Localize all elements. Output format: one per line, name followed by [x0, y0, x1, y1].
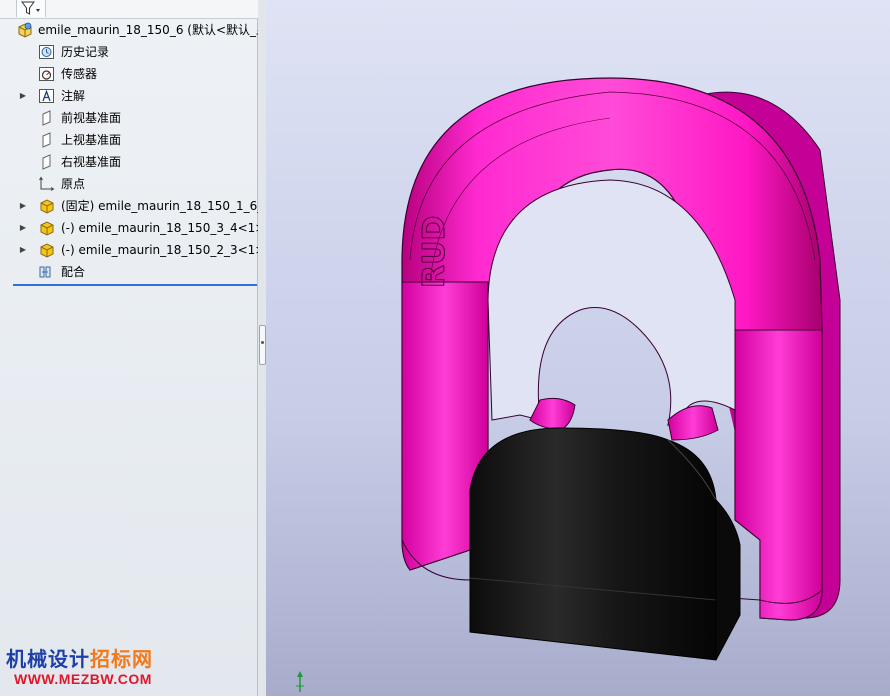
tree-item-mates[interactable]: 配合	[0, 261, 258, 283]
sensor-icon	[38, 66, 56, 82]
view-triad-icon	[290, 668, 310, 694]
filter-button[interactable]	[16, 0, 46, 17]
annotation-icon	[38, 88, 56, 104]
expand-arrow-icon[interactable]: ▶	[19, 195, 27, 217]
tree-item-label: 原点	[61, 177, 86, 191]
part-icon	[38, 198, 56, 214]
tree-item-label: (-) emile_maurin_18_150_3_4<1> (	[61, 221, 258, 235]
plane-icon	[38, 110, 56, 126]
tree-item-label: (-) emile_maurin_18_150_2_3<1> (	[61, 243, 258, 257]
tree-item-label: 右视基准面	[61, 155, 122, 169]
mates-icon	[38, 264, 56, 280]
tree-item-history[interactable]: 历史记录	[0, 41, 258, 63]
rollback-bar[interactable]	[13, 284, 257, 286]
filter-funnel-icon	[21, 1, 40, 15]
tree-item-label: 传感器	[61, 67, 98, 81]
tree-item-part-3-4[interactable]: ▶ (-) emile_maurin_18_150_3_4<1> (	[0, 217, 258, 239]
engraving-text: RUD	[417, 216, 452, 288]
expand-arrow-icon[interactable]: ▶	[19, 239, 27, 261]
tree-item-label: 历史记录	[61, 45, 110, 59]
lifting-ring-model: RUD	[401, 77, 841, 661]
origin-icon	[38, 176, 56, 192]
collapse-panel-handle[interactable]	[259, 325, 266, 365]
expand-arrow-icon[interactable]: ▶	[19, 217, 27, 239]
plane-icon	[38, 132, 56, 148]
feature-tree-filter-bar	[0, 0, 258, 19]
tree-item-sensors[interactable]: 传感器	[0, 63, 258, 85]
tree-item-label: 上视基准面	[61, 133, 122, 147]
tree-item-label: 注解	[61, 89, 86, 103]
watermark-logo: 机械设计招标网 WWW.MEZBW.COM	[6, 646, 156, 692]
tree-item-part-2-3[interactable]: ▶ (-) emile_maurin_18_150_2_3<1> (	[0, 239, 258, 261]
graphics-area[interactable]: RUD	[266, 0, 890, 696]
tree-item-root-assembly[interactable]: emile_maurin_18_150_6 (默认<默认_显	[0, 19, 258, 41]
tree-item-part-fixed[interactable]: ▶ (固定) emile_maurin_18_150_1_6_7<	[0, 195, 258, 217]
tree-item-front-plane[interactable]: 前视基准面	[0, 107, 258, 129]
plane-icon	[38, 154, 56, 170]
watermark-text: 机械设计招标网	[6, 647, 153, 671]
part-icon	[38, 242, 56, 258]
history-icon	[38, 44, 56, 60]
tree-item-annotations[interactable]: ▶ 注解	[0, 85, 258, 107]
tree-item-label: emile_maurin_18_150_6 (默认<默认_显	[38, 23, 258, 37]
tree-item-origin[interactable]: 原点	[0, 173, 258, 195]
tree-item-right-plane[interactable]: 右视基准面	[0, 151, 258, 173]
assembly-icon	[16, 22, 34, 38]
watermark-url: WWW.MEZBW.COM	[14, 671, 152, 687]
tree-item-label: 前视基准面	[61, 111, 122, 125]
part-icon	[38, 220, 56, 236]
expand-arrow-icon[interactable]: ▶	[19, 85, 27, 107]
tree-item-top-plane[interactable]: 上视基准面	[0, 129, 258, 151]
tree-item-label: (固定) emile_maurin_18_150_1_6_7<	[61, 199, 258, 213]
tree-item-label: 配合	[61, 265, 86, 279]
feature-tree-panel: emile_maurin_18_150_6 (默认<默认_显 历史记录 传感器 …	[0, 0, 258, 696]
